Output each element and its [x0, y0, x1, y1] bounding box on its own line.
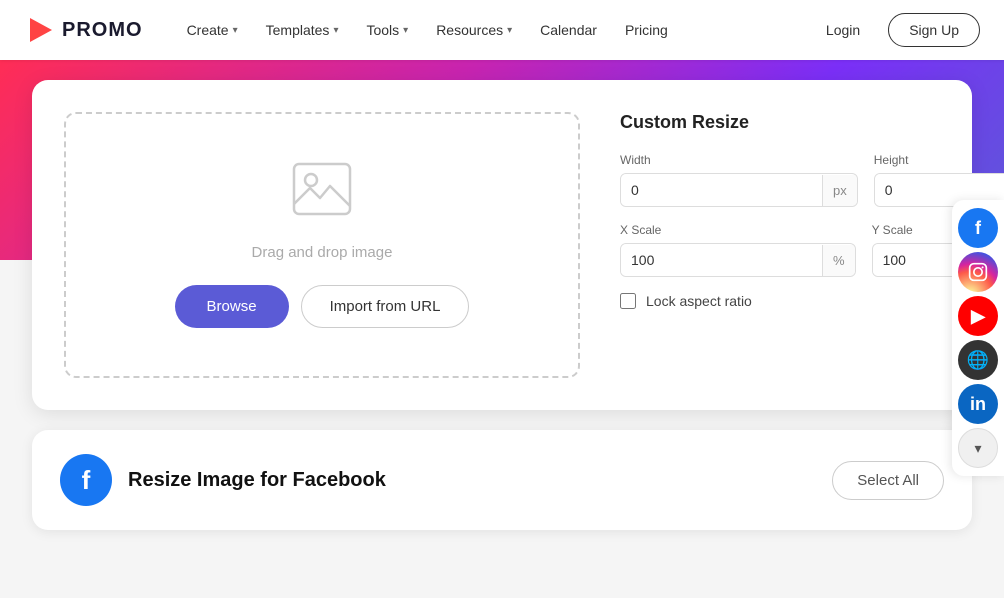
- width-input-wrap: px: [620, 173, 858, 207]
- select-all-button[interactable]: Select All: [832, 461, 944, 500]
- nav-create[interactable]: Create ▾: [175, 14, 250, 46]
- height-label: Height: [874, 153, 1004, 167]
- nav-tools[interactable]: Tools ▾: [354, 14, 420, 46]
- lock-aspect-row: Lock aspect ratio: [620, 293, 940, 309]
- drag-drop-text: Drag and drop image: [252, 244, 393, 261]
- xscale-unit: %: [822, 245, 855, 276]
- width-field: Width px: [620, 153, 858, 207]
- signup-button[interactable]: Sign Up: [888, 13, 980, 47]
- promo-logo-icon: [24, 14, 56, 46]
- facebook-section-title: Resize Image for Facebook: [128, 469, 816, 492]
- nav-templates[interactable]: Templates ▾: [254, 14, 351, 46]
- navbar: PROMO Create ▾ Templates ▾ Tools ▾ Resou…: [0, 0, 1004, 60]
- social-instagram-button[interactable]: [958, 252, 998, 292]
- resize-title: Custom Resize: [620, 112, 940, 133]
- instagram-icon: [968, 262, 988, 282]
- chevron-down-icon: ▾: [333, 25, 338, 36]
- upload-buttons: Browse Import from URL: [175, 285, 470, 328]
- width-unit: px: [822, 175, 857, 206]
- social-facebook-button[interactable]: f: [958, 208, 998, 248]
- facebook-icon-circle: f: [60, 454, 112, 506]
- chevron-down-icon: ▾: [403, 25, 408, 36]
- main-card: Drag and drop image Browse Import from U…: [32, 80, 972, 410]
- nav-items: Create ▾ Templates ▾ Tools ▾ Resources ▾…: [175, 14, 814, 46]
- lock-aspect-checkbox[interactable]: [620, 293, 636, 309]
- resize-scale-row: X Scale % Y Scale %: [620, 223, 940, 277]
- resize-width-height-row: Width px Height px: [620, 153, 940, 207]
- logo[interactable]: PROMO: [24, 14, 143, 46]
- social-sidebar: f ▶ 🌐 in ▾: [952, 200, 1004, 476]
- image-placeholder-icon: [292, 162, 352, 228]
- login-button[interactable]: Login: [814, 14, 872, 46]
- xscale-input[interactable]: [621, 244, 822, 276]
- upload-area[interactable]: Drag and drop image Browse Import from U…: [64, 112, 580, 378]
- lock-aspect-label: Lock aspect ratio: [646, 293, 752, 309]
- social-globe-button[interactable]: 🌐: [958, 340, 998, 380]
- resize-panel: Custom Resize Width px Height px: [620, 112, 940, 378]
- chevron-down-icon: ▾: [507, 25, 512, 36]
- height-field: Height px: [874, 153, 1004, 207]
- nav-auth: Login Sign Up: [814, 13, 980, 47]
- width-label: Width: [620, 153, 858, 167]
- nav-pricing[interactable]: Pricing: [613, 14, 680, 46]
- social-linkedin-button[interactable]: in: [958, 384, 998, 424]
- xscale-label: X Scale: [620, 223, 856, 237]
- width-input[interactable]: [621, 174, 822, 206]
- xscale-field: X Scale %: [620, 223, 856, 277]
- facebook-section-card: f Resize Image for Facebook Select All: [32, 430, 972, 530]
- import-url-button[interactable]: Import from URL: [301, 285, 470, 328]
- nav-calendar[interactable]: Calendar: [528, 14, 609, 46]
- browse-button[interactable]: Browse: [175, 285, 289, 328]
- chevron-down-icon: ▾: [233, 25, 238, 36]
- logo-text: PROMO: [62, 19, 143, 42]
- social-youtube-button[interactable]: ▶: [958, 296, 998, 336]
- nav-resources[interactable]: Resources ▾: [424, 14, 524, 46]
- social-expand-button[interactable]: ▾: [958, 428, 998, 468]
- xscale-input-wrap: %: [620, 243, 856, 277]
